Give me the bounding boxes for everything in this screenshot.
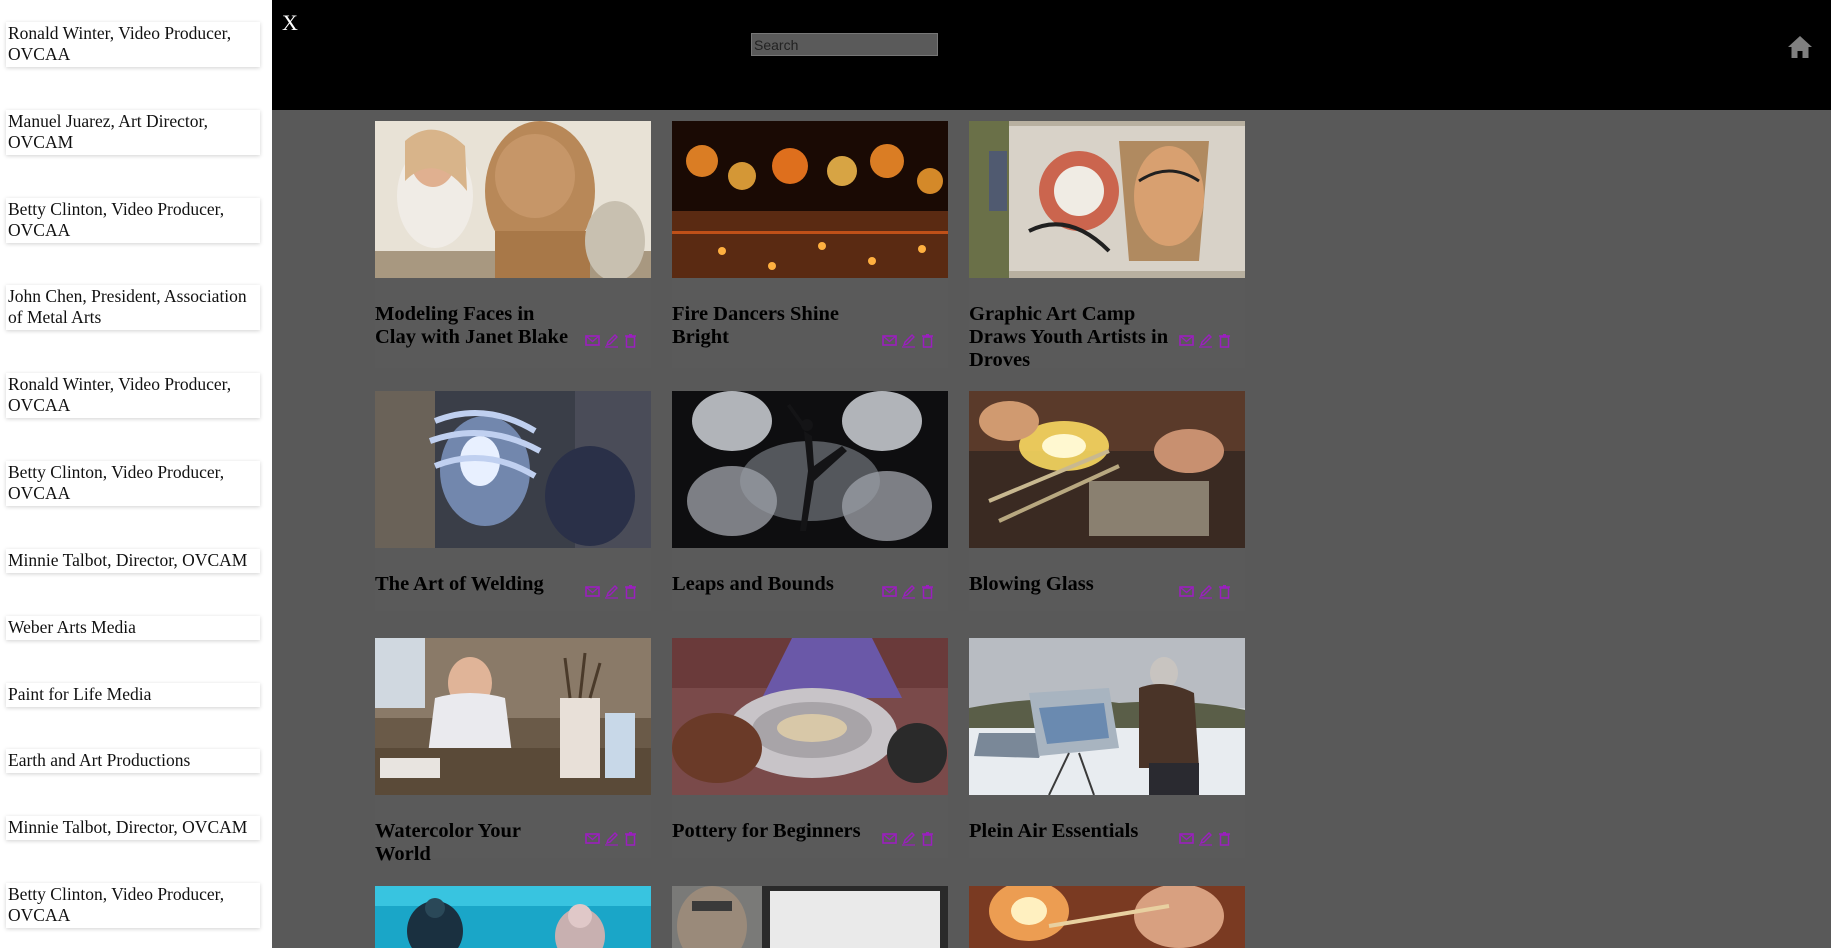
delete-icon[interactable]	[1217, 584, 1232, 599]
video-thumbnail[interactable]	[969, 391, 1245, 548]
video-card: Blowing Glass	[969, 548, 1245, 611]
delete-icon[interactable]	[1217, 831, 1232, 846]
card-actions	[585, 583, 638, 599]
delete-icon[interactable]	[1217, 333, 1232, 348]
video-thumbnail[interactable]	[375, 886, 651, 948]
sidebar-item[interactable]: Earth and Art Productions	[6, 749, 260, 773]
video-thumbnail[interactable]	[672, 886, 948, 948]
video-thumbnail[interactable]	[672, 391, 948, 548]
card-actions	[585, 830, 638, 846]
email-icon[interactable]	[882, 584, 897, 599]
video-card: Graphic Art Camp Draws Youth Artists in …	[969, 278, 1245, 371]
delete-icon[interactable]	[623, 831, 638, 846]
email-icon[interactable]	[585, 584, 600, 599]
video-card: Modeling Faces in Clay with Janet Blake	[375, 278, 651, 368]
card-title[interactable]: Watercolor Your World	[375, 820, 580, 866]
email-icon[interactable]	[882, 831, 897, 846]
email-icon[interactable]	[1179, 831, 1194, 846]
sidebar-item[interactable]: Minnie Talbot, Director, OVCAM	[6, 816, 260, 840]
email-icon[interactable]	[1179, 333, 1194, 348]
video-thumbnail[interactable]	[375, 121, 651, 278]
email-icon[interactable]	[1179, 584, 1194, 599]
sidebar-item[interactable]: Minnie Talbot, Director, OVCAM	[6, 549, 260, 573]
search-input[interactable]	[751, 33, 938, 56]
edit-icon[interactable]	[901, 831, 916, 846]
card-actions	[882, 332, 935, 348]
video-thumbnail[interactable]	[672, 638, 948, 795]
card-actions	[882, 830, 935, 846]
sidebar-item[interactable]: Paint for Life Media	[6, 683, 260, 707]
edit-icon[interactable]	[604, 584, 619, 599]
card-title[interactable]: Blowing Glass	[969, 573, 1174, 596]
edit-icon[interactable]	[604, 831, 619, 846]
card-title[interactable]: Fire Dancers Shine Bright	[672, 303, 877, 349]
card-actions	[1179, 583, 1232, 599]
video-card: The Art of Welding	[375, 548, 651, 611]
delete-icon[interactable]	[920, 333, 935, 348]
edit-icon[interactable]	[604, 333, 619, 348]
card-title[interactable]: Modeling Faces in Clay with Janet Blake	[375, 303, 580, 349]
edit-icon[interactable]	[1198, 584, 1213, 599]
video-thumbnail[interactable]	[375, 391, 651, 548]
top-bar: X	[272, 0, 1831, 110]
video-card: Leaps and Bounds	[672, 548, 948, 611]
email-icon[interactable]	[585, 831, 600, 846]
close-button[interactable]: X	[282, 10, 298, 36]
video-thumbnail[interactable]	[969, 886, 1245, 948]
sidebar: Ronald Winter, Video Producer, OVCAA Man…	[0, 0, 272, 948]
video-thumbnail[interactable]	[969, 121, 1245, 278]
sidebar-item[interactable]: John Chen, President, Association of Met…	[6, 285, 260, 330]
edit-icon[interactable]	[1198, 333, 1213, 348]
email-icon[interactable]	[585, 333, 600, 348]
card-title[interactable]: Pottery for Beginners	[672, 820, 877, 843]
video-card: Pottery for Beginners	[672, 795, 948, 858]
video-card: Watercolor Your World	[375, 795, 651, 865]
edit-icon[interactable]	[901, 333, 916, 348]
delete-icon[interactable]	[920, 831, 935, 846]
card-title[interactable]: The Art of Welding	[375, 573, 580, 596]
sidebar-item[interactable]: Ronald Winter, Video Producer, OVCAA	[6, 22, 260, 67]
card-title[interactable]: Leaps and Bounds	[672, 573, 877, 596]
delete-icon[interactable]	[623, 333, 638, 348]
card-actions	[1179, 830, 1232, 846]
card-title[interactable]: Plein Air Essentials	[969, 820, 1174, 843]
card-actions	[1179, 332, 1232, 348]
sidebar-item[interactable]: Betty Clinton, Video Producer, OVCAA	[6, 461, 260, 506]
sidebar-item[interactable]: Ronald Winter, Video Producer, OVCAA	[6, 373, 260, 418]
sidebar-item[interactable]: Betty Clinton, Video Producer, OVCAA	[6, 198, 260, 243]
sidebar-item[interactable]: Manuel Juarez, Art Director, OVCAM	[6, 110, 260, 155]
video-card: Fire Dancers Shine Bright	[672, 278, 948, 368]
sidebar-item[interactable]: Weber Arts Media	[6, 616, 260, 640]
video-thumbnail[interactable]	[969, 638, 1245, 795]
delete-icon[interactable]	[920, 584, 935, 599]
video-thumbnail[interactable]	[672, 121, 948, 278]
sidebar-item[interactable]: Betty Clinton, Video Producer, OVCAA	[6, 883, 260, 928]
video-card: Plein Air Essentials	[969, 795, 1245, 858]
delete-icon[interactable]	[623, 584, 638, 599]
edit-icon[interactable]	[1198, 831, 1213, 846]
home-icon[interactable]	[1787, 34, 1813, 60]
video-thumbnail[interactable]	[375, 638, 651, 795]
card-actions	[585, 332, 638, 348]
card-title[interactable]: Graphic Art Camp Draws Youth Artists in …	[969, 303, 1174, 372]
edit-icon[interactable]	[901, 584, 916, 599]
email-icon[interactable]	[882, 333, 897, 348]
card-actions	[882, 583, 935, 599]
